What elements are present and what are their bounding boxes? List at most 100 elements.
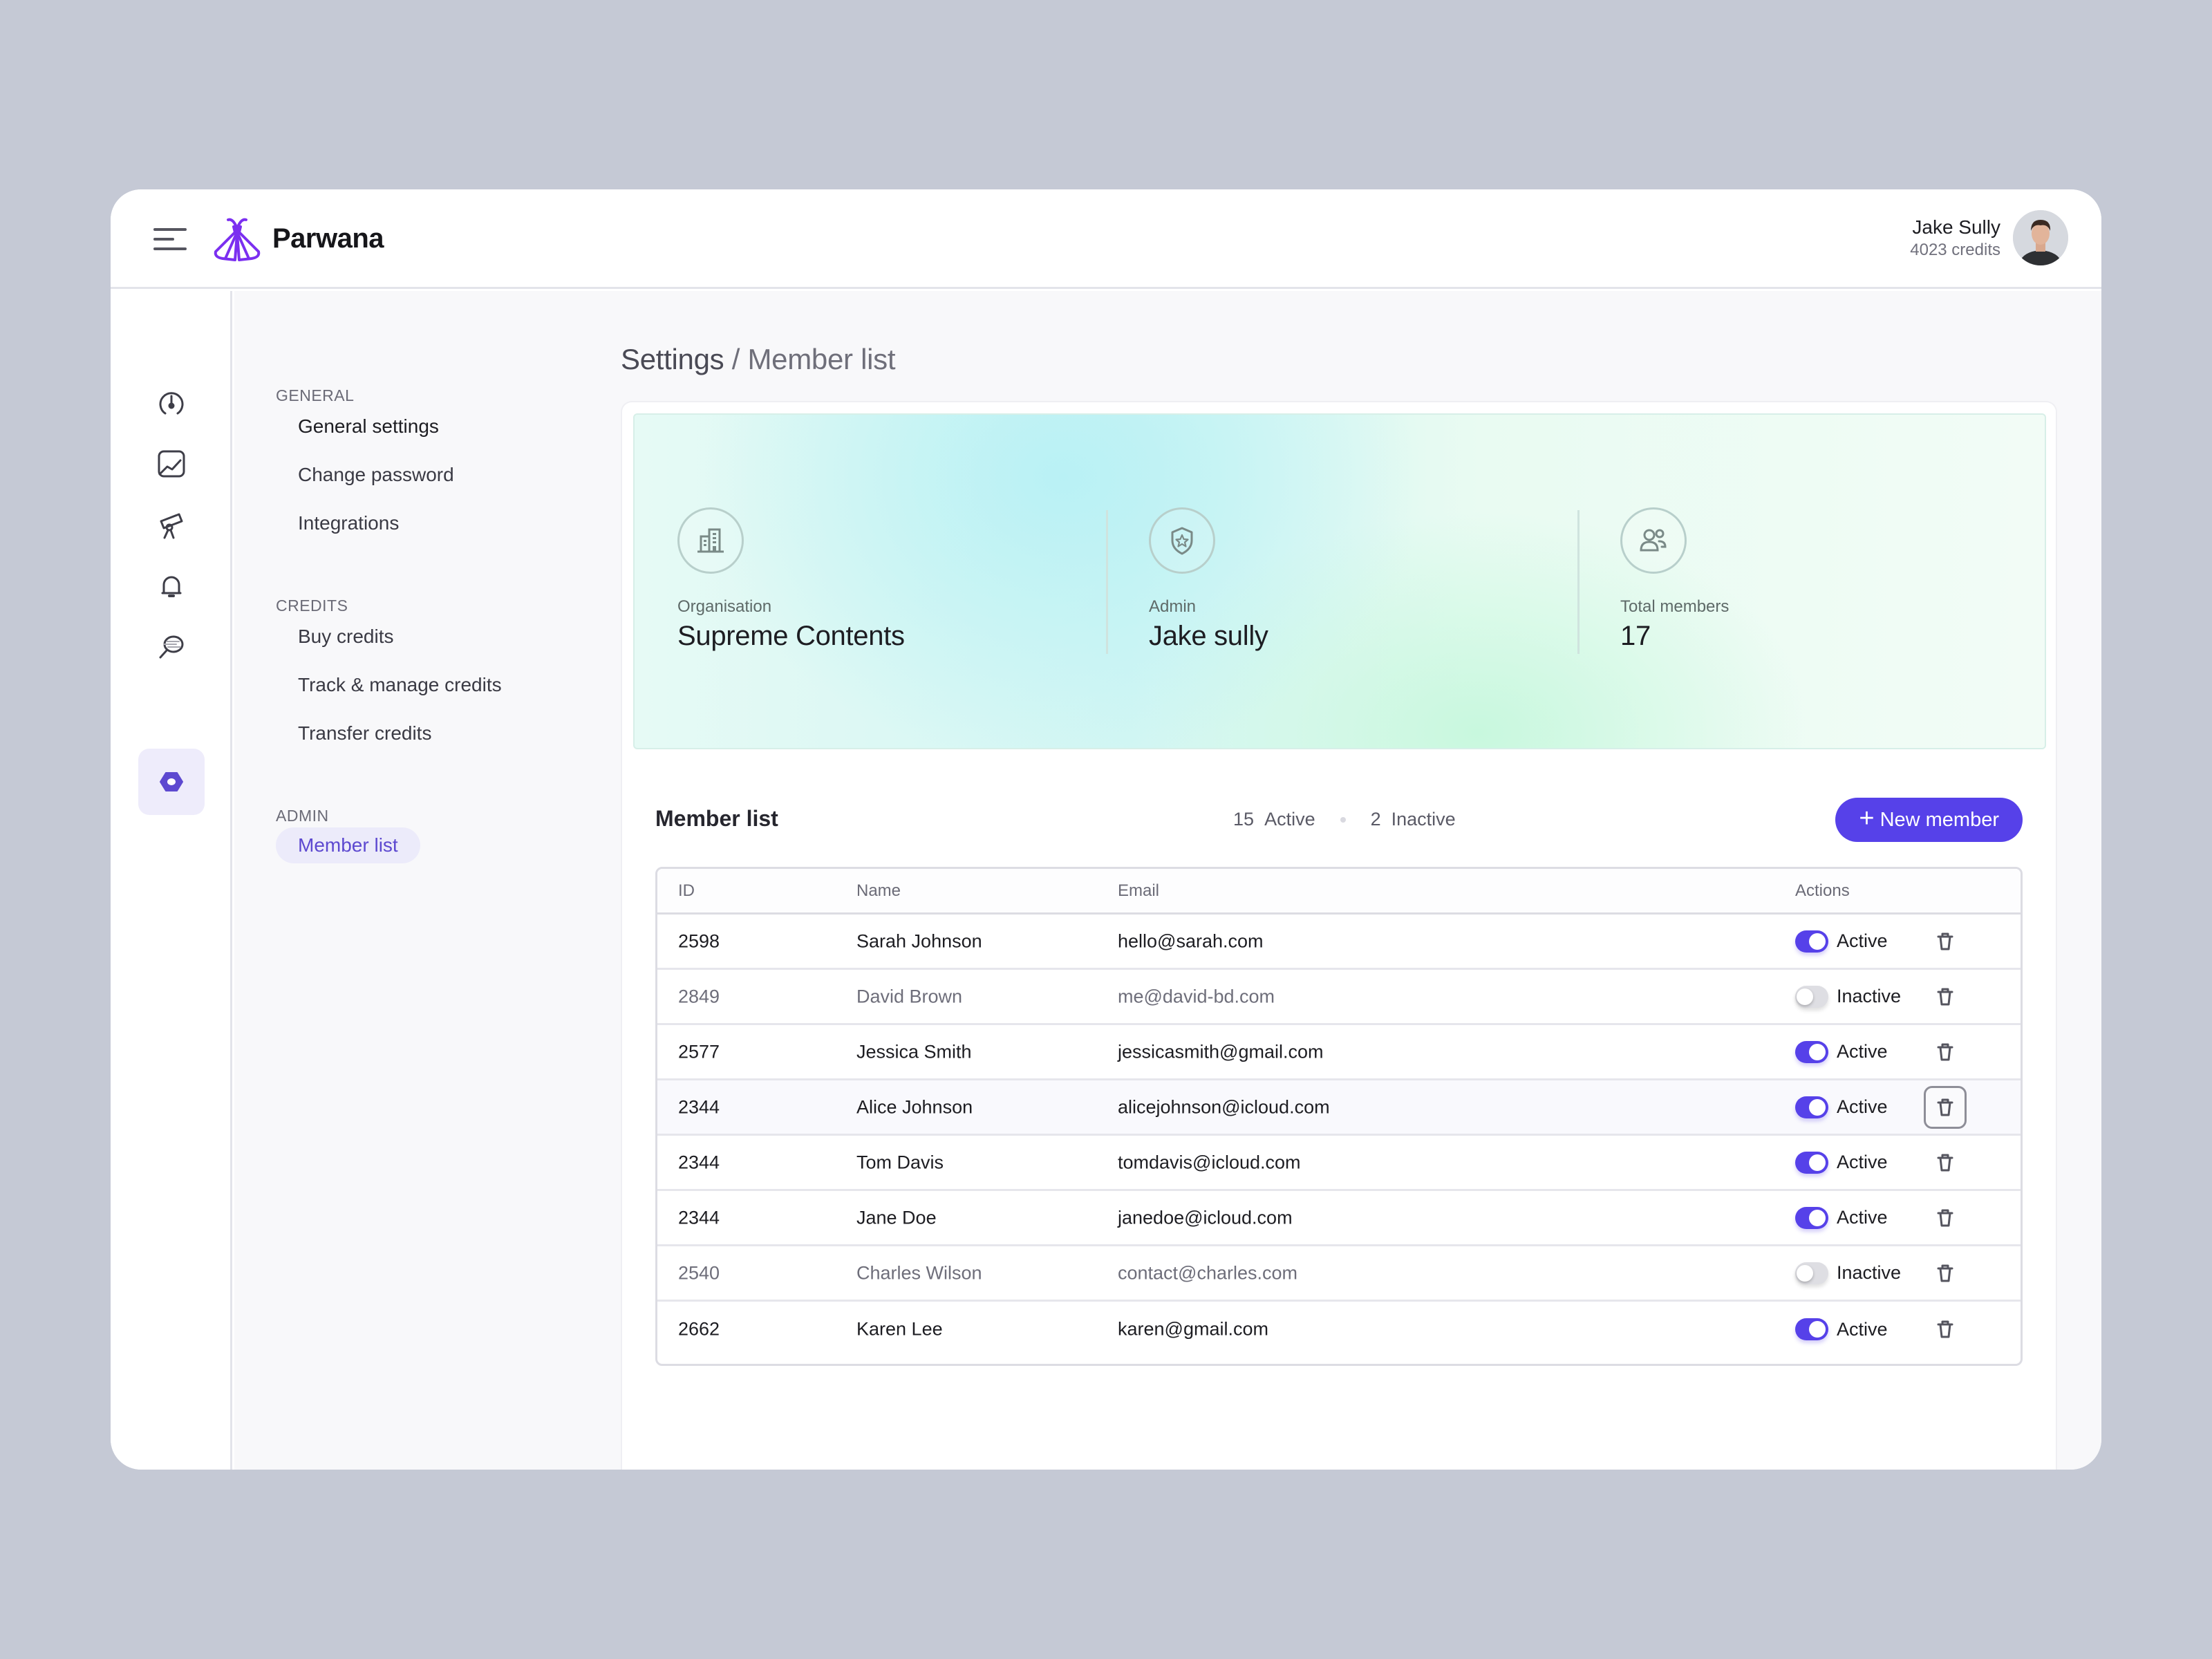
toggle-switch[interactable]: [1795, 930, 1828, 953]
member-name: Alice Johnson: [856, 1096, 973, 1117]
delete-button[interactable]: [1924, 1031, 1967, 1074]
trash-icon: [1937, 1209, 1953, 1226]
table-row[interactable]: 2662 Karen Lee karen@gmail.com Active: [657, 1302, 2021, 1357]
stat-total-members: Total members 17: [1620, 507, 1729, 652]
moth-logo-icon: [214, 218, 261, 261]
nav-item-transfer-credits[interactable]: Transfer credits: [298, 722, 431, 744]
delete-button[interactable]: [1924, 1197, 1967, 1239]
member-name: Tom Davis: [856, 1152, 944, 1172]
member-name: Jane Doe: [856, 1207, 937, 1228]
nav-item-member-list[interactable]: Member list: [276, 827, 420, 863]
toggle-switch[interactable]: [1795, 1151, 1828, 1174]
member-name: Karen Lee: [856, 1318, 943, 1340]
member-table: ID Name Email Actions 2598 Sarah Johnson h…: [655, 867, 2023, 1366]
status-toggle[interactable]: Inactive: [1795, 1262, 1901, 1284]
delete-button[interactable]: [1924, 1141, 1967, 1184]
member-name: Sarah Johnson: [856, 930, 982, 951]
plus-icon: +: [1859, 804, 1875, 833]
nav-item-integrations[interactable]: Integrations: [298, 512, 399, 534]
toggle-switch[interactable]: [1795, 1262, 1828, 1284]
member-list-header: Member list 15 Active 2 Inactive + New m…: [655, 798, 2023, 842]
column-header-name[interactable]: Name: [856, 881, 901, 901]
status-toggle[interactable]: Active: [1795, 1151, 1888, 1174]
nav-item-track-credits[interactable]: Track & manage credits: [298, 674, 502, 696]
delete-button[interactable]: [1924, 975, 1967, 1018]
status-toggle[interactable]: Active: [1795, 1096, 1888, 1118]
status-toggle[interactable]: Active: [1795, 1040, 1888, 1063]
delete-button[interactable]: [1924, 1308, 1967, 1351]
avatar[interactable]: [2013, 210, 2068, 265]
rail-item-settings[interactable]: [138, 749, 205, 815]
rail-item-notifications[interactable]: [138, 555, 205, 616]
member-list-title: Member list: [655, 806, 778, 831]
table-row[interactable]: 2577 Jessica Smith jessicasmith@gmail.com A…: [657, 1025, 2021, 1080]
toggle-switch[interactable]: [1795, 1040, 1828, 1063]
search-chat-icon: [159, 635, 184, 659]
trash-icon: [1937, 1264, 1953, 1282]
telescope-icon: [160, 513, 183, 539]
new-member-button[interactable]: + New member: [1835, 798, 2023, 842]
toggle-switch[interactable]: [1795, 1096, 1828, 1118]
inactive-count: 2 Inactive: [1370, 809, 1456, 830]
stat-value: Supreme Contents: [677, 621, 905, 651]
stat-admin: Admin Jake sully: [1149, 507, 1268, 652]
gauge-icon: [159, 392, 184, 415]
column-header-email[interactable]: Email: [1118, 881, 1159, 901]
table-row[interactable]: 2540 Charles Wilson contact@charles.com Ina…: [657, 1246, 2021, 1302]
status-toggle[interactable]: Active: [1795, 930, 1888, 953]
status-label: Active: [1837, 930, 1888, 951]
users-icon: [1640, 529, 1667, 552]
member-panel: Organisation Supreme Contents Admin Jake…: [621, 401, 2057, 1470]
rail-item-discover[interactable]: [138, 494, 205, 555]
nav-item-change-password[interactable]: Change password: [298, 464, 454, 486]
member-id: 2344: [678, 1096, 720, 1117]
breadcrumb-parent[interactable]: Settings: [621, 343, 724, 375]
stat-organisation: Organisation Supreme Contents: [677, 507, 905, 652]
user-menu[interactable]: Jake Sully 4023 credits: [1910, 210, 2068, 265]
nav-section-admin: ADMIN: [276, 807, 329, 825]
status-label: Inactive: [1837, 986, 1902, 1006]
stat-label: Total members: [1620, 597, 1730, 616]
toggle-switch[interactable]: [1795, 985, 1828, 1008]
status-toggle[interactable]: Active: [1795, 1318, 1888, 1340]
table-row[interactable]: 2598 Sarah Johnson hello@sarah.com Active: [657, 915, 2021, 970]
column-header-actions: Actions: [1795, 881, 1850, 900]
brand-logo[interactable]: Parwana: [207, 214, 384, 263]
delete-button[interactable]: [1924, 1252, 1967, 1295]
toggle-switch[interactable]: [1795, 1318, 1828, 1340]
table-row[interactable]: 2849 David Brown me@david-bd.com Inactive: [657, 970, 2021, 1025]
member-email: hello@sarah.com: [1118, 930, 1264, 951]
table-row[interactable]: 2344 Jane Doe janedoe@icloud.com Active: [657, 1191, 2021, 1246]
rail-item-search[interactable]: [138, 616, 205, 677]
table-row[interactable]: 2344 Tom Davis tomdavis@icloud.com Active: [657, 1136, 2021, 1191]
nav-item-buy-credits[interactable]: Buy credits: [298, 626, 394, 648]
trash-icon: [1937, 932, 1953, 950]
icon-rail: [111, 291, 232, 1470]
table-body: 2598 Sarah Johnson hello@sarah.com Active 28…: [657, 915, 2021, 1357]
user-credits: 4023 credits: [1910, 241, 2000, 259]
nav-item-general-settings[interactable]: General settings: [298, 415, 439, 438]
member-id: 2577: [678, 1041, 720, 1062]
rail-item-dashboard[interactable]: [138, 373, 205, 433]
divider: [1577, 510, 1580, 654]
status-label: Active: [1837, 1152, 1888, 1172]
hamburger-icon[interactable]: [153, 225, 188, 252]
chart-line-icon: [158, 450, 185, 478]
status-label: Inactive: [1837, 1262, 1902, 1283]
column-header-id[interactable]: ID: [678, 881, 695, 901]
new-member-label: New member: [1880, 808, 1999, 831]
active-count: 15 Active: [1233, 809, 1315, 830]
status-toggle[interactable]: Inactive: [1795, 985, 1902, 1008]
table-header: ID Name Email Actions: [657, 869, 2021, 915]
rail-item-analytics[interactable]: [138, 433, 205, 494]
member-id: 2344: [678, 1207, 720, 1228]
bell-icon: [161, 576, 182, 597]
delete-button[interactable]: [1924, 920, 1967, 963]
table-row[interactable]: 2344 Alice Johnson alicejohnson@icloud.com…: [657, 1080, 2021, 1136]
nav-section-general: GENERAL: [276, 386, 355, 404]
brand-name: Parwana: [272, 223, 384, 254]
trash-icon: [1937, 1098, 1953, 1116]
toggle-switch[interactable]: [1795, 1206, 1828, 1229]
delete-button[interactable]: [1924, 1085, 1967, 1129]
status-toggle[interactable]: Active: [1795, 1206, 1888, 1229]
